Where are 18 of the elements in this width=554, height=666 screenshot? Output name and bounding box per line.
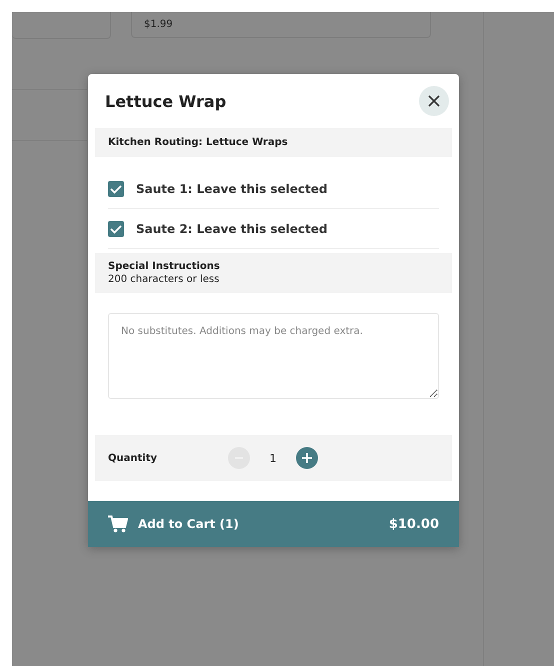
add-to-cart-button[interactable]: Add to Cart (1) $10.00: [88, 501, 459, 547]
instructions-field[interactable]: No substitutes. Additions may be charged extra.: [108, 313, 439, 399]
dialog-title: Lettuce Wrap: [105, 92, 226, 110]
plus-icon: [301, 452, 313, 464]
checkbox[interactable]: [108, 220, 124, 236]
quantity-value: 1: [268, 452, 278, 464]
option-label: Saute 2: Leave this selected: [136, 222, 328, 236]
cart-icon: [108, 515, 128, 533]
section-header: Kitchen Routing: Lettuce Wraps: [95, 128, 452, 157]
hint-text: 200 characters or less: [108, 274, 220, 285]
increment-button[interactable]: [296, 447, 318, 469]
checkbox[interactable]: [108, 180, 124, 196]
close-button[interactable]: [419, 86, 449, 116]
quantity-label: Quantity: [108, 452, 158, 464]
close-icon: [428, 95, 440, 107]
option-label: Saute 1: Leave this selected: [136, 182, 328, 196]
price-text: $1.99: [144, 19, 173, 30]
section-title: Special Instructions: [108, 261, 221, 272]
